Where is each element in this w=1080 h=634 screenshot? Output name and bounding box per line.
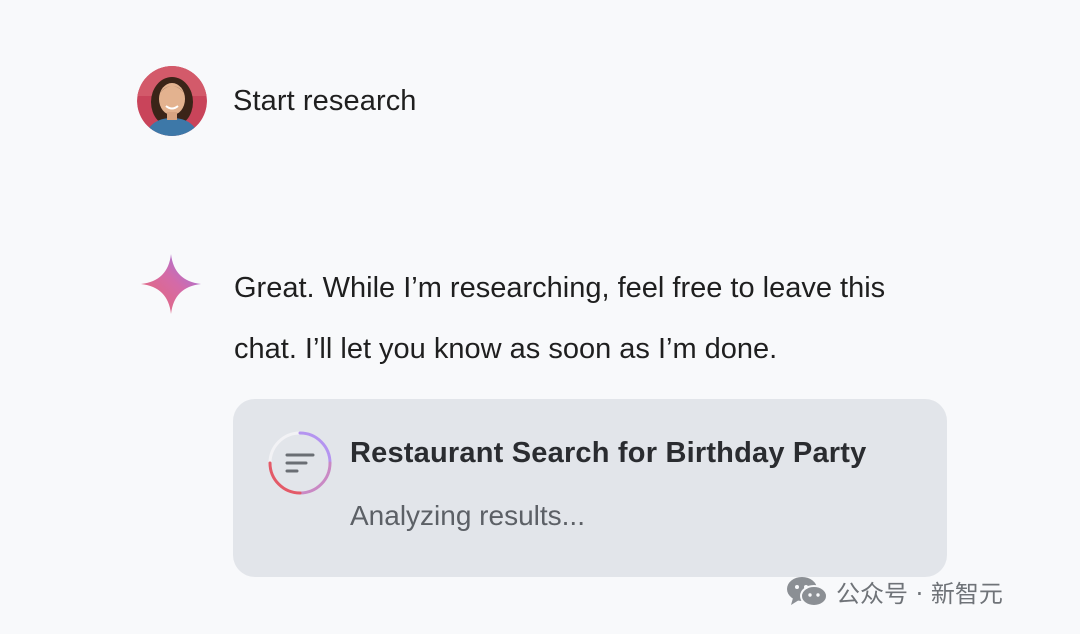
watermark: 公众号 · 新智元: [786, 574, 1003, 609]
avatar: [137, 66, 207, 136]
gemini-sparkle-icon: [141, 254, 201, 314]
list-progress-icon: [268, 431, 332, 495]
watermark-text: 公众号 · 新智元: [836, 580, 1003, 608]
wechat-icon: [787, 576, 828, 607]
assistant-message: Great. While I’m researching, feel free …: [234, 272, 886, 365]
card-title: Restaurant Search for Birthday Party: [350, 437, 867, 469]
user-message-row: Start research: [137, 66, 417, 136]
user-message: Start research: [233, 84, 417, 117]
research-task-card[interactable]: Restaurant Search for Birthday Party Ana…: [233, 399, 947, 577]
card-status: Analyzing results...: [350, 500, 585, 531]
